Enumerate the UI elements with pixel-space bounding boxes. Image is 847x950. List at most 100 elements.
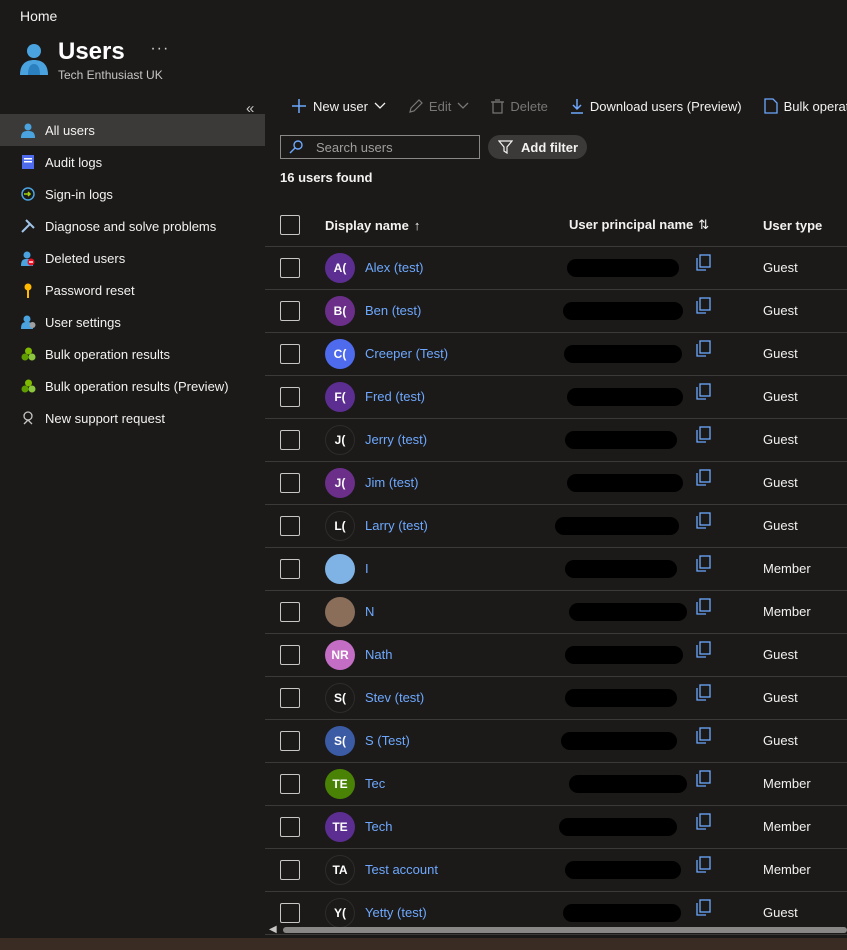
bulk-operations-button[interactable]: Bulk operatio (763, 98, 847, 114)
download-users-button[interactable]: Download users (Preview) (570, 98, 742, 114)
redacted-upn (565, 646, 683, 664)
user-display-name-link[interactable]: Ben (test) (365, 303, 421, 318)
scrollbar-thumb[interactable] (283, 927, 847, 933)
add-filter-button[interactable]: Add filter (488, 135, 587, 159)
user-display-name-link[interactable]: Nath (365, 647, 392, 662)
user-display-name-link[interactable]: N (365, 604, 374, 619)
copy-icon[interactable] (695, 598, 711, 618)
copy-icon[interactable] (695, 254, 711, 274)
copy-icon[interactable] (695, 899, 711, 919)
column-header-display-name[interactable]: Display name ↑ (325, 218, 420, 233)
user-display-name-link[interactable]: Tec (365, 776, 385, 791)
copy-icon[interactable] (695, 641, 711, 661)
sidebar-item-sign-in-logs[interactable]: Sign-in logs (0, 178, 265, 210)
table-row[interactable]: L(Larry (test) Guest (265, 505, 847, 548)
copy-icon[interactable] (695, 727, 711, 747)
sidebar-item-password-reset[interactable]: Password reset (0, 274, 265, 306)
row-checkbox[interactable] (280, 344, 300, 364)
bulk-icon (20, 378, 36, 394)
table-row[interactable]: TE Tech Member (265, 806, 847, 849)
sidebar-item-bulk-results[interactable]: Bulk operation results (0, 338, 265, 370)
copy-icon[interactable] (695, 297, 711, 317)
user-display-name-link[interactable]: Larry (test) (365, 518, 428, 533)
table-row[interactable]: J(Jerry (test) Guest (265, 419, 847, 462)
column-header-upn[interactable]: User principal name ⇅ (569, 217, 709, 233)
copy-icon[interactable] (695, 684, 711, 704)
row-checkbox[interactable] (280, 903, 300, 923)
delete-button[interactable]: Delete (491, 99, 548, 114)
sidebar-item-audit-logs[interactable]: Audit logs (0, 146, 265, 178)
row-checkbox[interactable] (280, 516, 300, 536)
copy-icon[interactable] (695, 469, 711, 489)
user-display-name-link[interactable]: Tech (365, 819, 392, 834)
sidebar-item-new-support-request[interactable]: New support request (0, 402, 265, 434)
more-options-icon[interactable]: ··· (150, 40, 169, 58)
row-checkbox[interactable] (280, 301, 300, 321)
plus-icon (291, 98, 307, 114)
copy-icon[interactable] (695, 813, 711, 833)
select-all-checkbox[interactable] (280, 215, 300, 235)
edit-button[interactable]: Edit (408, 99, 469, 114)
row-checkbox[interactable] (280, 387, 300, 407)
row-checkbox[interactable] (280, 473, 300, 493)
user-display-name-link[interactable]: I (365, 561, 369, 576)
table-row[interactable]: S(Stev (test) Guest (265, 677, 847, 720)
column-header-user-type[interactable]: User type (763, 218, 822, 233)
sidebar-item-diagnose[interactable]: Diagnose and solve problems (0, 210, 265, 242)
user-display-name-link[interactable]: Alex (test) (365, 260, 424, 275)
table-row[interactable]: N Member (265, 591, 847, 634)
copy-icon[interactable] (695, 340, 711, 360)
page-title: Users (58, 38, 125, 65)
table-row[interactable]: F(Fred (test) Guest (265, 376, 847, 419)
sidebar-item-deleted-users[interactable]: Deleted users (0, 242, 265, 274)
search-input[interactable] (316, 139, 476, 155)
new-user-button[interactable]: New user (291, 98, 386, 114)
table-row[interactable]: I Member (265, 548, 847, 591)
copy-icon[interactable] (695, 426, 711, 446)
copy-icon[interactable] (695, 512, 711, 532)
user-display-name-link[interactable]: Stev (test) (365, 690, 424, 705)
table-row[interactable]: TE Tec Member (265, 763, 847, 806)
table-row[interactable]: S(S (Test) Guest (265, 720, 847, 763)
table-row[interactable]: A(Alex (test) Guest (265, 247, 847, 290)
sidebar-item-user-settings[interactable]: User settings (0, 306, 265, 338)
user-display-name-link[interactable]: Yetty (test) (365, 905, 427, 920)
row-checkbox[interactable] (280, 774, 300, 794)
row-checkbox[interactable] (280, 817, 300, 837)
row-checkbox[interactable] (280, 645, 300, 665)
table-row[interactable]: TA Test account Member (265, 849, 847, 892)
table-row[interactable]: C(Creeper (Test) Guest (265, 333, 847, 376)
row-checkbox[interactable] (280, 688, 300, 708)
copy-icon[interactable] (695, 555, 711, 575)
avatar: F( (325, 382, 355, 412)
edit-label: Edit (428, 98, 452, 114)
row-checkbox[interactable] (280, 860, 300, 880)
horizontal-scrollbar[interactable]: ◀ (265, 923, 847, 937)
copy-icon[interactable] (695, 770, 711, 790)
user-display-name-link[interactable]: Fred (test) (365, 389, 425, 404)
user-display-name-link[interactable]: Creeper (Test) (365, 346, 448, 361)
table-row[interactable]: NR Nath Guest (265, 634, 847, 677)
delete-label: Delete (510, 98, 548, 114)
copy-icon[interactable] (695, 856, 711, 876)
user-display-name-link[interactable]: Jerry (test) (365, 432, 427, 447)
row-checkbox[interactable] (280, 430, 300, 450)
row-checkbox[interactable] (280, 258, 300, 278)
table-row[interactable]: J(Jim (test) Guest (265, 462, 847, 505)
user-display-name-link[interactable]: S (Test) (365, 733, 410, 748)
row-checkbox[interactable] (280, 602, 300, 622)
breadcrumb[interactable]: Home (20, 8, 57, 24)
sidebar-item-bulk-results-preview[interactable]: Bulk operation results (Preview) (0, 370, 265, 402)
command-bar: New user Edit Delete Download users (Pre… (291, 98, 847, 114)
user-display-name-link[interactable]: Test account (365, 862, 438, 877)
avatar (325, 554, 355, 584)
scroll-left-icon[interactable]: ◀ (269, 924, 277, 935)
row-checkbox[interactable] (280, 559, 300, 579)
table-row[interactable]: B(Ben (test) Guest (265, 290, 847, 333)
search-field[interactable] (280, 135, 480, 159)
user-display-name-link[interactable]: Jim (test) (365, 475, 418, 490)
row-checkbox[interactable] (280, 731, 300, 751)
copy-icon[interactable] (695, 383, 711, 403)
sidebar-item-all-users[interactable]: All users (0, 114, 265, 146)
sidebar-item-label: Diagnose and solve problems (45, 218, 217, 234)
